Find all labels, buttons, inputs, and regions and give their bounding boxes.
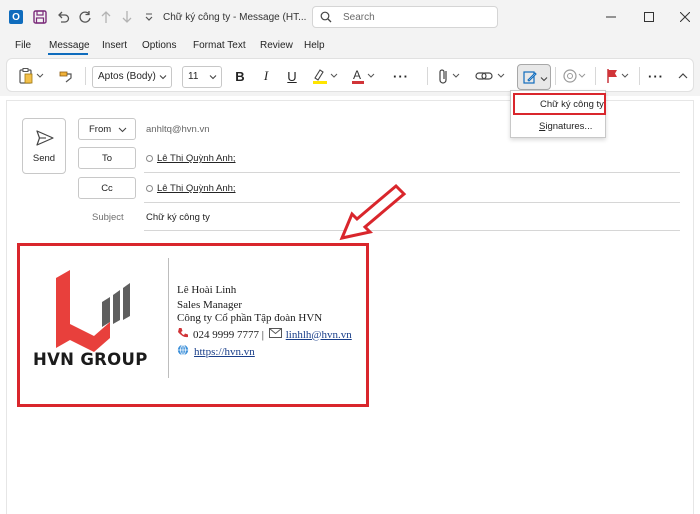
font-color-button[interactable]: A	[349, 67, 379, 85]
font-name-dropdown[interactable]: Aptos (Body)	[92, 66, 172, 88]
cc-recipient-name: Lê Thị Quỳnh Anh;	[157, 183, 236, 194]
signature-website-line: https://hvn.vn	[177, 344, 255, 359]
presence-icon	[146, 185, 153, 192]
tab-options[interactable]: Options	[142, 40, 176, 51]
arrow-down-icon[interactable]	[119, 9, 135, 25]
from-button[interactable]: From	[78, 118, 136, 140]
mail-icon	[268, 328, 282, 341]
send-label: Send	[32, 153, 56, 164]
to-recipient[interactable]: Lê Thị Quỳnh Anh;	[146, 153, 236, 164]
cc-recipient[interactable]: Lê Thị Quỳnh Anh;	[146, 183, 236, 194]
chevron-down-icon	[118, 125, 127, 137]
more-formatting-button[interactable]: ···	[390, 67, 412, 85]
ribbon-separator	[85, 67, 86, 85]
save-icon[interactable]	[32, 9, 48, 25]
italic-button[interactable]: I	[258, 67, 274, 85]
phone-icon	[177, 327, 189, 342]
menu-bar: File Message Insert Options Format Text …	[0, 36, 700, 56]
title-bar: O Chữ ký công ty - Message (HT... Search	[0, 0, 700, 36]
cc-field-line	[144, 202, 680, 203]
signature-separator: |	[259, 328, 267, 341]
send-button[interactable]: Send	[22, 118, 66, 174]
to-field-line	[144, 172, 680, 173]
font-name-value: Aptos (Body)	[98, 71, 156, 82]
cc-label: Cc	[101, 183, 113, 194]
customize-toolbar-icon[interactable]	[141, 9, 157, 25]
from-address: anhltq@hvn.vn	[146, 124, 210, 135]
signature-item-company[interactable]: Chữ ký công ty	[513, 93, 606, 115]
subject-input[interactable]: Chữ ký công ty	[146, 212, 210, 223]
signatures-label: ignatures...	[545, 121, 593, 132]
logo-text: HVN GROUP	[33, 350, 148, 369]
signature-website-link[interactable]: https://hvn.vn	[194, 346, 255, 358]
subject-field-line	[144, 230, 680, 231]
chevron-down-icon	[159, 72, 167, 84]
to-button[interactable]: To	[78, 147, 136, 169]
ribbon-separator	[555, 67, 556, 85]
search-placeholder: Search	[343, 12, 375, 23]
chevron-down-icon	[540, 74, 548, 86]
font-size-dropdown[interactable]: 11	[182, 66, 222, 88]
presence-icon	[146, 155, 153, 162]
send-icon	[36, 129, 54, 150]
signature-pen-icon	[523, 70, 537, 87]
annotation-arrow-icon	[339, 183, 407, 241]
signature-dropdown-menu: Chữ ký công ty Signatures...	[510, 90, 606, 138]
ribbon-separator	[639, 67, 640, 85]
signature-name: Lê Hoài Linh	[177, 284, 237, 296]
close-button[interactable]	[676, 8, 694, 26]
window-title: Chữ ký công ty - Message (HT...	[163, 12, 307, 23]
subject-label: Subject	[92, 212, 124, 223]
search-input[interactable]: Search	[312, 6, 498, 28]
signature-divider	[168, 258, 169, 378]
redo-icon[interactable]	[77, 9, 93, 25]
paste-button[interactable]	[17, 67, 47, 85]
tab-format-text[interactable]: Format Text	[193, 40, 246, 51]
chevron-down-icon	[209, 72, 217, 84]
highlight-button[interactable]	[310, 67, 340, 85]
svg-text:A: A	[353, 68, 361, 82]
bold-button[interactable]: B	[232, 67, 248, 85]
tab-insert[interactable]: Insert	[102, 40, 127, 51]
font-size-value: 11	[188, 71, 199, 82]
tab-review[interactable]: Review	[260, 40, 293, 51]
signature-title: Sales Manager	[177, 299, 243, 311]
collapse-ribbon-icon[interactable]	[677, 67, 689, 85]
cc-button[interactable]: Cc	[78, 177, 136, 199]
maximize-button[interactable]	[640, 8, 658, 26]
attach-file-button[interactable]	[435, 67, 465, 85]
minimize-button[interactable]	[602, 8, 620, 26]
signatures-menu-item[interactable]: Signatures...	[513, 117, 603, 137]
from-label: From	[89, 124, 112, 135]
signature-company: Công ty Cổ phần Tập đoàn HVN	[177, 312, 323, 324]
globe-icon	[177, 344, 189, 359]
arrow-up-icon[interactable]	[98, 9, 114, 25]
to-recipient-name: Lê Thị Quỳnh Anh;	[157, 153, 236, 164]
underline-button[interactable]: U	[284, 67, 300, 85]
search-icon	[320, 11, 332, 26]
tab-file[interactable]: File	[15, 40, 31, 51]
ribbon-separator	[595, 67, 596, 85]
signature-contact-line: 024 9999 7777 | linhlh@hvn.vn	[177, 327, 352, 342]
signature-phone: 024 9999 7777	[193, 328, 259, 341]
tab-message[interactable]: Message	[49, 40, 90, 51]
to-label: To	[101, 153, 113, 164]
ribbon: Aptos (Body) 11 B I U A ··· ···	[6, 58, 694, 92]
format-painter-icon[interactable]	[57, 67, 75, 85]
outlook-icon: O	[8, 9, 24, 25]
flag-icon[interactable]	[603, 67, 633, 85]
tab-help[interactable]: Help	[304, 40, 325, 51]
signature-button[interactable]	[517, 64, 551, 90]
active-tab-indicator	[48, 53, 88, 55]
undo-icon[interactable]	[55, 9, 71, 25]
more-options-button[interactable]: ···	[645, 67, 667, 85]
ribbon-separator	[427, 67, 428, 85]
viva-insights-button[interactable]	[560, 67, 590, 85]
signature-email-link[interactable]: linhlh@hvn.vn	[286, 329, 352, 341]
link-button[interactable]	[473, 67, 509, 85]
